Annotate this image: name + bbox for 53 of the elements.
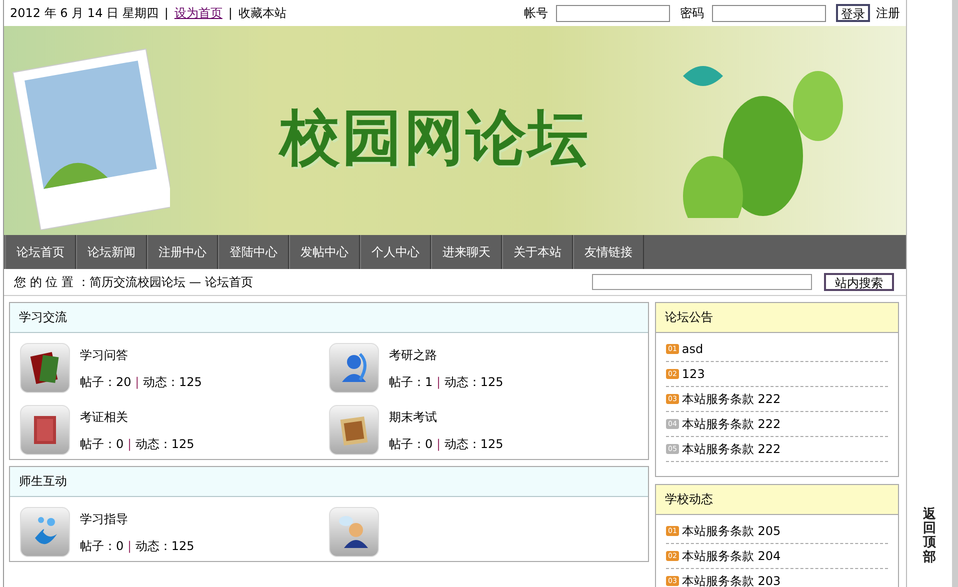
- books-icon[interactable]: [20, 343, 70, 393]
- nav-link[interactable]: 论坛首页: [5, 235, 76, 269]
- forum-stats: 帖子：1 | 动态：125: [389, 374, 504, 391]
- password-input[interactable]: [712, 4, 826, 22]
- nav-link[interactable]: 发帖中心: [289, 235, 360, 269]
- section-title: 师生互动: [10, 467, 648, 497]
- forum-stats: 帖子：0 | 动态：125: [80, 538, 194, 555]
- book-icon[interactable]: [20, 405, 70, 455]
- password-label: 密码: [680, 4, 704, 22]
- site-search-button[interactable]: 站内搜索: [824, 273, 894, 291]
- nav-link[interactable]: 友情链接: [573, 235, 644, 269]
- breadcrumb-text: 您 的 位 置 ：简历交流校园论坛 — 论坛首页: [14, 274, 253, 290]
- account-label: 帐号: [524, 4, 548, 22]
- set-homepage-link[interactable]: 设为首页: [174, 4, 222, 22]
- account-input[interactable]: [556, 4, 670, 22]
- nav-link[interactable]: 论坛新闻: [76, 235, 147, 269]
- person-icon[interactable]: [329, 507, 379, 557]
- bookmark-link[interactable]: 收藏本站: [238, 4, 286, 22]
- site-title: 校园网论坛: [280, 102, 590, 174]
- panel-title: 学校动态: [656, 485, 898, 515]
- forum-name[interactable]: 学习指导: [80, 511, 194, 528]
- notice-link[interactable]: 123: [682, 367, 705, 381]
- separator-text: |: [164, 6, 168, 20]
- nav-link[interactable]: 进来聊天: [431, 235, 502, 269]
- login-button[interactable]: 登录: [836, 4, 870, 22]
- nav-link[interactable]: 个人中心: [360, 235, 431, 269]
- notice-link[interactable]: 本站服务条款 222: [682, 440, 781, 458]
- forum-stats: 帖子：20 | 动态：125: [80, 374, 202, 391]
- forum-stats: 帖子：0 | 动态：125: [80, 436, 194, 453]
- site-search-input[interactable]: [592, 274, 812, 290]
- notice-link[interactable]: 本站服务条款 222: [682, 416, 781, 432]
- notice-link[interactable]: asd: [682, 342, 704, 356]
- separator-text: |: [228, 6, 232, 20]
- graduate-icon[interactable]: [329, 343, 379, 393]
- newspaper-icon[interactable]: [329, 405, 379, 455]
- notice-link[interactable]: 本站服务条款 204: [682, 548, 781, 564]
- register-link[interactable]: 注册: [876, 4, 900, 22]
- nav-link[interactable]: 注册中心: [147, 235, 218, 269]
- section-title: 学习交流: [10, 303, 648, 333]
- notice-link[interactable]: 本站服务条款 222: [682, 390, 781, 408]
- panel-title: 论坛公告: [656, 303, 898, 333]
- forum-name[interactable]: 考证相关: [80, 409, 194, 426]
- notice-link[interactable]: 本站服务条款 205: [682, 522, 781, 540]
- forum-name[interactable]: 学习问答: [80, 347, 202, 364]
- back-to-top-link[interactable]: 返回顶部: [923, 508, 936, 565]
- water-splash-icon[interactable]: [20, 507, 70, 557]
- date-text: 2012 年 6 月 14 日 星期四: [10, 4, 158, 22]
- notice-link[interactable]: 本站服务条款 203: [682, 572, 781, 587]
- forum-name[interactable]: 考研之路: [389, 347, 504, 364]
- nav-link[interactable]: 登陆中心: [218, 235, 289, 269]
- nav-link[interactable]: 关于本站: [502, 235, 573, 269]
- forum-stats: 帖子：0 | 动态：125: [389, 436, 504, 453]
- forum-name[interactable]: 期末考试: [389, 409, 504, 426]
